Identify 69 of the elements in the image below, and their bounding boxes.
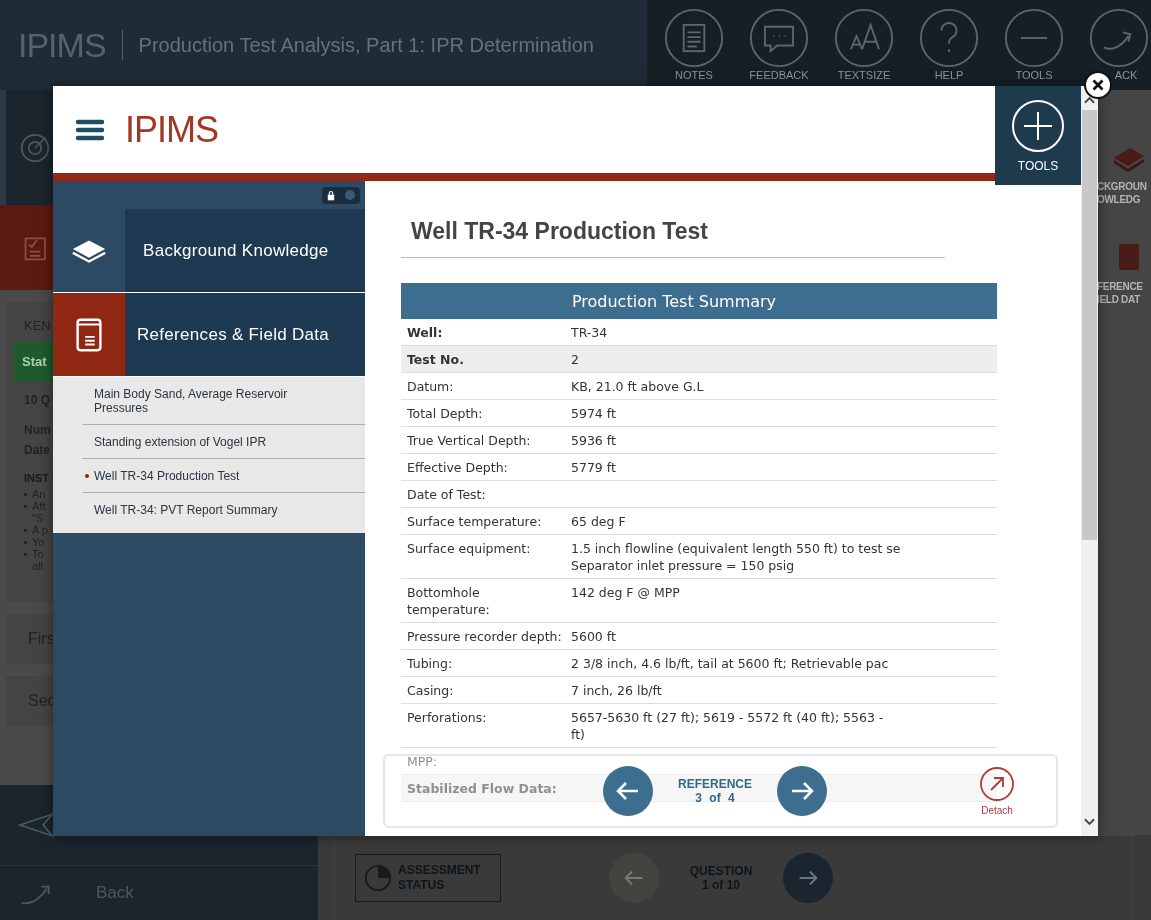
detach-button[interactable]: Detach: [979, 766, 1015, 816]
menu-icon[interactable]: [75, 117, 105, 142]
table-cell: 5936 ft: [571, 432, 616, 449]
table-cell: 7 inch, 26 lb/ft: [571, 682, 662, 699]
next-button[interactable]: [783, 853, 833, 903]
table-cell-text: Surface equipment:: [406, 540, 532, 558]
menu-label: FERENCE IELD DAT: [1097, 280, 1143, 306]
table-cell-text: Date of Test:: [406, 486, 487, 503]
page-title: Production Test Analysis, Part 1: IPR Determination: [138, 33, 594, 57]
table-cell: 1.5 inch flowline (equivalent length 550 ft) to test se Separator inlet pressure = 150 psig: [571, 540, 901, 574]
status-banner: Stat: [14, 342, 55, 382]
table-cell-text: Pressure recorder depth:: [406, 628, 563, 645]
toolbar-icon: [1004, 8, 1064, 68]
toolbar-icon: [749, 8, 809, 68]
reference-position: 3 of 4: [695, 791, 735, 805]
toolbar-button[interactable]: TOOLS: [1002, 8, 1066, 81]
toolbar-icon: [1089, 8, 1149, 68]
table-cell-text: True Vertical Depth:: [406, 432, 532, 449]
scrollbar[interactable]: [1081, 86, 1098, 836]
caret-icon[interactable]: [1084, 818, 1095, 826]
table-cell: 65 deg F: [571, 513, 626, 530]
reference-label: REFERENCE: [678, 777, 752, 791]
lock-icon: [327, 189, 335, 201]
table-cell: KB, 21.0 ft above G.L: [571, 378, 704, 395]
table-cell-text: MPP:: [406, 753, 439, 770]
table-cell-text: Surface temperature:: [406, 513, 543, 530]
table-cell-text: Perforations:: [406, 709, 488, 727]
plus-icon: [1011, 98, 1065, 153]
table-cell: 5779 ft: [571, 459, 616, 476]
toolbar-icon: [919, 8, 979, 68]
table-cell-text: Tubing:: [406, 655, 454, 672]
table-cell: TR-34: [571, 324, 608, 341]
reference-link[interactable]: Main Body Sand, Average Reservoir Pressures: [94, 387, 365, 415]
reference-link[interactable]: Well TR-34: PVT Report Summary: [94, 503, 318, 517]
toolbar-button[interactable]: NOTES: [662, 8, 726, 81]
menu-label: CKGROUN OWLEDG: [1097, 180, 1147, 206]
next-button[interactable]: [777, 766, 827, 816]
table-cell-text: Casing:: [406, 682, 455, 699]
toolbar-button[interactable]: ACK: [1087, 8, 1151, 81]
toolbar-button[interactable]: FEEDBACK: [747, 8, 811, 81]
table-cell-text: Datum:: [406, 378, 455, 395]
target-icon[interactable]: [20, 132, 50, 163]
table-cell-text: Stabilized Flow Data:: [406, 780, 558, 797]
toolbar-button[interactable]: HELP: [917, 8, 981, 81]
previous-button[interactable]: [603, 766, 653, 816]
toolbar-button[interactable]: TEXTSIZE: [832, 8, 896, 81]
pie-chart-icon: [364, 864, 392, 892]
table-cell-text: Well:: [406, 324, 444, 341]
toolbar-icon: [664, 8, 724, 68]
table-cell-text: Total Depth:: [406, 405, 484, 422]
table-caption: Production Test Summary: [401, 283, 997, 319]
table-cell-text: Effective Depth:: [406, 459, 509, 476]
table-cell-text: 142 deg F @ MPP: [571, 584, 680, 602]
table-cell-text: Bottomhole temperature:: [406, 584, 491, 618]
table-cell: 5657-5630 ft (27 ft); 5619 - 5572 ft (40 ft); 5563 - ft): [571, 709, 884, 743]
table-cell: 2 3/8 inch, 4.6 lb/ft, tail at 5600 ft; Retrievable pac: [571, 655, 889, 672]
document-title: Well TR-34 Production Test: [411, 217, 709, 245]
send-icon[interactable]: [18, 811, 54, 839]
app-logo: IPIMS: [125, 108, 218, 151]
previous-button[interactable]: [609, 853, 659, 903]
table-cell: 5974 ft: [571, 405, 616, 422]
table-cell-text: Test No.: [406, 351, 465, 368]
toolbar-icon: [834, 8, 894, 68]
table-cell: 5600 ft: [571, 628, 616, 645]
lock-toggle[interactable]: [322, 186, 360, 204]
tools-button[interactable]: TOOLS: [995, 86, 1081, 185]
reference-link[interactable]: Well TR-34 Production Test: [94, 469, 280, 483]
reference-link[interactable]: Standing extension of Vogel IPR: [94, 435, 307, 449]
table-cell: 2: [571, 351, 579, 368]
